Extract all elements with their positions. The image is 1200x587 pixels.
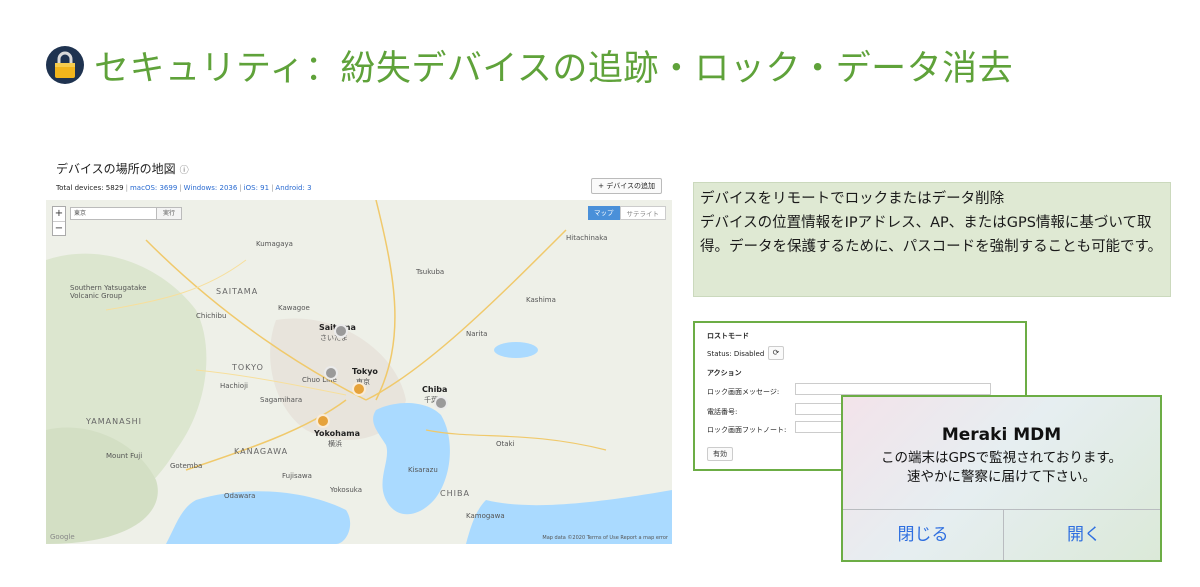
device-cluster-pin[interactable] xyxy=(316,414,330,428)
map-label: Kawagoe xyxy=(278,304,310,312)
map-label: TOKYO xyxy=(232,363,264,372)
map-search-button[interactable]: 実行 xyxy=(156,207,182,220)
device-cluster-pin[interactable] xyxy=(334,324,348,338)
map-title: デバイスの場所の地図 ⓘ xyxy=(56,160,189,177)
stat-windows[interactable]: Windows: 2036 xyxy=(184,184,238,192)
map-label: Yokosuka xyxy=(330,486,363,494)
map-label: Chiba xyxy=(422,385,448,394)
map-label: SAITAMA xyxy=(216,287,259,296)
actions-heading: アクション xyxy=(707,369,742,377)
map-type-toggle: マップ サテライト xyxy=(588,206,666,220)
map-area[interactable]: + − 東京 実行 マップ サテライト SAITAMA TOKYO YAMANA… xyxy=(46,200,672,544)
description-line: デバイスをリモートでロックまたはデータ削除 xyxy=(700,191,1005,207)
map-label: Kamogawa xyxy=(466,512,505,520)
map-label: Otaki xyxy=(496,440,515,448)
dialog-message-line: この端末はGPSで監視されております。 xyxy=(880,450,1122,466)
phone-label: 電話番号: xyxy=(707,408,738,416)
dialog-message: この端末はGPSで監視されております。 速やかに警察に届けて下さい。 xyxy=(843,449,1160,487)
map-label: Southern Yatsugatake Volcanic Group xyxy=(70,284,147,300)
map-label: Hitachinaka xyxy=(566,234,608,242)
map-search-input[interactable]: 東京 xyxy=(70,207,160,220)
feature-description: デバイスをリモートでロックまたはデータ削除 デバイスの位置情報をIPアドレス、A… xyxy=(693,182,1171,297)
map-attribution[interactable]: Map data ©2020 Terms of Use Report a map… xyxy=(542,535,668,541)
map-label: Fujisawa xyxy=(282,472,312,480)
device-stats: Total devices: 5829 | macOS: 3699 | Windows:… xyxy=(56,184,312,192)
lock-message-label: ロック画面メッセージ: xyxy=(707,388,780,396)
lock-icon xyxy=(55,51,75,78)
lost-mode-status: Status: Disabled xyxy=(707,350,765,358)
map-label: Hachioji xyxy=(220,382,248,390)
page-title: セキュリティ：紛失デバイスの追跡・ロック・データ消去 xyxy=(94,48,1014,89)
map-label: Odawara xyxy=(224,492,256,500)
stat-ios[interactable]: iOS: 91 xyxy=(244,184,269,192)
map-label: Mount Fuji xyxy=(106,452,143,460)
map-label: YAMANASHI xyxy=(86,417,143,426)
device-cluster-pin[interactable] xyxy=(352,382,366,396)
zoom-control: + − xyxy=(52,206,66,236)
enable-button[interactable]: 有効 xyxy=(707,447,733,461)
map-label: 横浜 xyxy=(328,440,342,448)
map-label: Chichibu xyxy=(196,312,227,320)
lock-message-input[interactable] xyxy=(795,383,991,395)
stat-macos[interactable]: macOS: 3699 xyxy=(130,184,177,192)
dialog-message-line: 速やかに警察に届けて下さい。 xyxy=(907,469,1096,485)
page-header: セキュリティ：紛失デバイスの追跡・ロック・データ消去 xyxy=(46,40,1013,90)
open-button[interactable]: 開く xyxy=(1004,509,1160,560)
map-label: CHIBA xyxy=(440,489,470,498)
lock-badge xyxy=(46,46,84,84)
google-logo: Google xyxy=(50,533,75,541)
stat-android[interactable]: Android: 3 xyxy=(275,184,311,192)
stat-separator: | xyxy=(271,184,274,192)
footnote-label: ロック画面フットノート: xyxy=(707,426,787,434)
map-label: Tsukuba xyxy=(416,268,445,276)
meraki-alert-dialog: Meraki MDM この端末はGPSで監視されております。 速やかに警察に届け… xyxy=(841,395,1162,562)
map-label: Kumagaya xyxy=(256,240,293,248)
description-line: デバイスの位置情報をIPアドレス、AP、またはGPS情報に基づいて取得。データを… xyxy=(700,215,1163,255)
add-device-button[interactable]: + デバイスの追加 xyxy=(591,178,662,194)
zoom-out-button[interactable]: − xyxy=(53,221,65,235)
footnote-input[interactable] xyxy=(795,421,845,433)
refresh-icon[interactable]: ⟳ xyxy=(768,346,784,360)
lost-mode-heading: ロストモード xyxy=(707,332,749,340)
stat-separator: | xyxy=(239,184,242,192)
device-map-panel: デバイスの場所の地図 ⓘ Total devices: 5829 | macOS: 3… xyxy=(46,152,672,544)
stat-separator: | xyxy=(125,184,128,192)
map-label: Kashima xyxy=(526,296,556,304)
map-label: Sagamihara xyxy=(260,396,303,404)
device-cluster-pin[interactable] xyxy=(434,396,448,410)
map-label: KANAGAWA xyxy=(234,447,289,456)
info-icon[interactable]: ⓘ xyxy=(180,166,189,176)
zoom-in-button[interactable]: + xyxy=(53,207,65,221)
satellite-view-button[interactable]: サテライト xyxy=(619,206,666,220)
map-label: Narita xyxy=(466,330,488,338)
dialog-title: Meraki MDM xyxy=(941,425,1062,445)
map-label: Yokohama xyxy=(314,429,360,438)
close-button[interactable]: 閉じる xyxy=(843,509,1003,560)
stat-separator: | xyxy=(179,184,182,192)
stat-total: Total devices: 5829 xyxy=(56,184,124,192)
map-label: Tokyo xyxy=(352,367,378,376)
map-view-button[interactable]: マップ xyxy=(588,206,620,220)
map-label: Gotemba xyxy=(170,462,203,470)
device-cluster-pin[interactable] xyxy=(324,366,338,380)
map-label: Kisarazu xyxy=(408,466,438,474)
map-title-text: デバイスの場所の地図 xyxy=(56,162,176,176)
